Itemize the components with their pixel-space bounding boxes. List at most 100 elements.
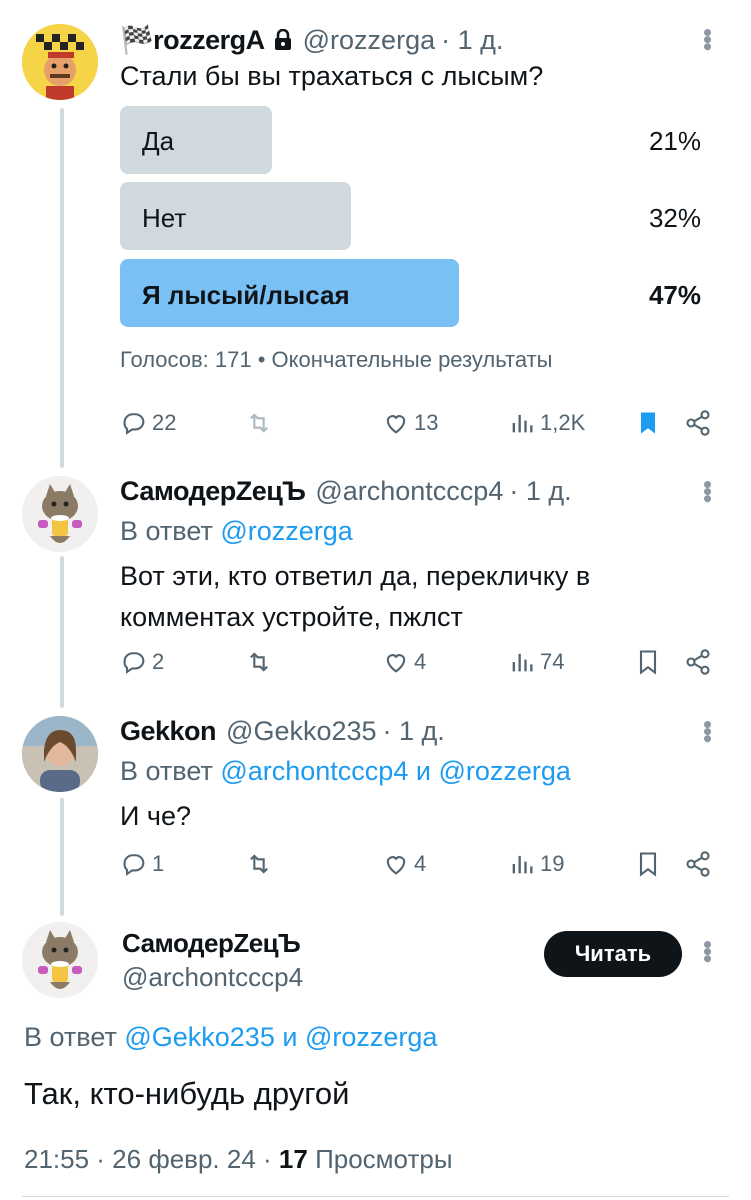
mention-link[interactable]: @archontcccp4	[220, 756, 408, 786]
tweet-header: 🏁rozzergA @rozzerga · 1 д.	[120, 24, 503, 56]
user-name[interactable]: Gekkon	[120, 716, 217, 747]
reply-button[interactable]: 2	[120, 648, 164, 676]
avatar[interactable]	[22, 24, 98, 100]
views-label: Просмотры	[315, 1144, 453, 1174]
poll-option-label: Да	[142, 126, 175, 156]
tweet-time[interactable]: · 1 д.	[509, 476, 571, 507]
tweet-time[interactable]: · 1 д.	[441, 25, 503, 56]
mention-link[interactable]: @rozzerga	[438, 756, 570, 786]
reply-prefix: В ответ	[120, 516, 213, 546]
reply-count: 2	[152, 649, 165, 674]
share-button[interactable]	[684, 850, 712, 878]
thread-line	[60, 556, 64, 708]
share-icon	[686, 851, 710, 877]
reply-icon	[123, 652, 145, 674]
tweet-text: Вот эти, кто ответил да, перекличку в ко…	[120, 561, 591, 632]
share-button[interactable]	[684, 409, 712, 437]
bookmark-button[interactable]	[634, 648, 662, 676]
share-button[interactable]	[684, 648, 712, 676]
tweet-time[interactable]: · 1 д.	[383, 716, 445, 747]
views-icon	[512, 653, 533, 672]
views-count: 74	[540, 649, 565, 674]
more-options-icon[interactable]: •••	[693, 480, 723, 501]
retweet-icon	[250, 413, 268, 433]
reply-prefix: В ответ	[120, 756, 213, 786]
bookmark-icon	[639, 650, 657, 675]
like-button[interactable]: 4	[382, 850, 426, 878]
poll-option-label: Я лысый/лысая	[142, 280, 350, 310]
main-tweet-text: Так, кто-нибудь другой	[24, 1076, 350, 1111]
heart-icon	[386, 856, 406, 875]
mention-link[interactable]: @rozzerga	[305, 1022, 437, 1052]
thread-line	[60, 108, 64, 468]
tweet-text: И че?	[120, 801, 192, 831]
poll-option-pct: 32%	[648, 203, 701, 233]
reply-count: 22	[152, 410, 177, 435]
more-options-icon[interactable]: •••	[693, 720, 723, 741]
like-count: 4	[414, 649, 427, 674]
tweet-actions: 1 4 19	[120, 850, 715, 884]
views-count: 17	[278, 1144, 308, 1174]
user-name[interactable]: СамодерZецЪ	[122, 928, 301, 959]
reply-context: В ответ @Gekko235 и @rozzerga	[24, 1022, 437, 1053]
bookmark-button[interactable]	[634, 409, 662, 437]
retweet-button[interactable]	[245, 648, 273, 676]
thread-line	[60, 798, 64, 916]
user-handle[interactable]: @archontcccp4	[122, 962, 303, 993]
reply-context: В ответ @archontcccp4 и @rozzerga	[120, 756, 571, 787]
avatar[interactable]	[22, 716, 98, 792]
reply-and: и	[282, 1022, 298, 1052]
share-icon	[686, 410, 710, 436]
user-handle[interactable]: @archontcccp4	[315, 476, 503, 507]
retweet-button[interactable]	[245, 409, 273, 437]
reply-and: и	[415, 756, 431, 786]
like-button[interactable]: 13	[382, 409, 438, 437]
tweet-actions: 22 13 1,2K	[120, 409, 715, 443]
reply-button[interactable]: 1	[120, 850, 164, 878]
tweet-actions: 2 4 74	[120, 648, 715, 682]
divider	[22, 1196, 729, 1197]
retweet-icon	[250, 652, 268, 672]
tweet-text: Стали бы вы трахаться с лысым?	[120, 61, 544, 91]
views-icon	[512, 855, 533, 874]
reply-count: 1	[152, 851, 165, 876]
lock-icon	[273, 29, 293, 51]
reply-button[interactable]: 22	[120, 409, 176, 437]
poll-option-label: Нет	[142, 203, 187, 233]
mention-link[interactable]: @Gekko235	[124, 1022, 275, 1052]
views-icon	[512, 414, 533, 433]
bookmark-button[interactable]	[634, 850, 662, 878]
more-options-icon[interactable]: •••	[693, 940, 723, 961]
retweet-button[interactable]	[245, 850, 273, 878]
views-button[interactable]: 1,2K	[508, 409, 585, 437]
heart-icon	[386, 654, 406, 673]
mention-link[interactable]: @rozzerga	[220, 516, 352, 546]
poll-footer: Голосов: 171 • Окончательные результаты	[120, 347, 553, 372]
views-button[interactable]: 74	[508, 648, 564, 676]
heart-icon	[386, 415, 406, 434]
reply-icon	[123, 854, 145, 876]
avatar[interactable]	[22, 476, 98, 552]
reply-context: В ответ @rozzerga	[120, 516, 353, 547]
share-icon	[686, 649, 710, 675]
avatar[interactable]	[22, 922, 98, 998]
views-count: 1,2K	[540, 410, 586, 435]
user-handle[interactable]: @Gekko235	[226, 716, 377, 747]
reply-prefix: В ответ	[24, 1022, 117, 1052]
bookmark-filled-icon	[641, 412, 655, 434]
tweet-header: Gekkon @Gekko235 · 1 д.	[120, 716, 445, 747]
views-button[interactable]: 19	[508, 850, 564, 878]
tweet-meta: 21:55 · 26 февр. 24 · 17 Просмотры	[24, 1144, 453, 1175]
more-options-icon[interactable]: •••	[693, 28, 723, 49]
tweet-timestamp[interactable]: 21:55 · 26 февр. 24 ·	[24, 1144, 272, 1174]
retweet-icon	[250, 854, 268, 874]
like-button[interactable]: 4	[382, 648, 426, 676]
tweet-header: СамодерZецЪ @archontcccp4 · 1 д.	[120, 476, 572, 507]
views-count: 19	[540, 851, 565, 876]
follow-button[interactable]: Читать	[544, 931, 682, 977]
user-name[interactable]: 🏁rozzergA	[120, 24, 265, 56]
poll-option-pct: 21%	[648, 126, 701, 156]
user-name[interactable]: СамодерZецЪ	[120, 476, 306, 507]
user-handle[interactable]: @rozzerga	[303, 25, 435, 56]
reply-icon	[123, 413, 145, 435]
